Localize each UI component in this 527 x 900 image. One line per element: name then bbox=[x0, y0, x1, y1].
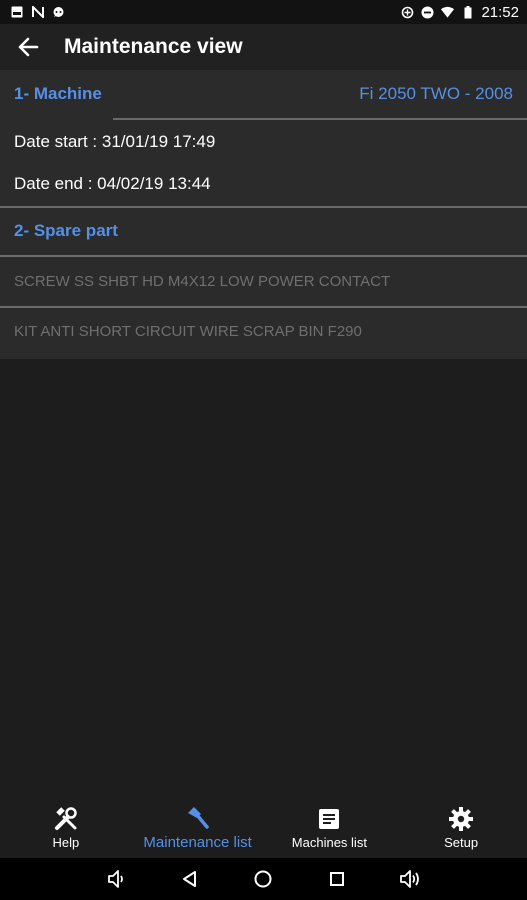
battery-icon bbox=[461, 5, 474, 19]
nav-machines-list[interactable]: Machines list bbox=[264, 797, 396, 858]
nav-label-setup: Setup bbox=[444, 834, 479, 850]
back-nav-button[interactable] bbox=[177, 866, 203, 892]
app-bar: Maintenance view bbox=[0, 24, 527, 70]
back-triangle-icon bbox=[183, 871, 197, 887]
spare-part-item[interactable]: SCREW SS SHBT HD M4X12 LOW POWER CONTACT bbox=[14, 273, 390, 290]
volume-down-icon bbox=[107, 870, 123, 888]
nav-help[interactable]: Help bbox=[0, 797, 132, 858]
hammer-icon bbox=[185, 805, 211, 831]
page-title: Maintenance view bbox=[64, 35, 243, 58]
maintenance-detail-card: 1- Machine Fi 2050 TWO - 2008 Date start… bbox=[0, 70, 527, 359]
volume-up-button[interactable] bbox=[397, 866, 423, 892]
spare-part-item[interactable]: KIT ANTI SHORT CIRCUIT WIRE SCRAP BIN F2… bbox=[14, 323, 362, 340]
volume-up-icon bbox=[400, 870, 420, 888]
divider bbox=[0, 206, 527, 208]
data-saver-icon bbox=[401, 6, 414, 19]
system-navigation-bar bbox=[0, 858, 527, 900]
divider bbox=[0, 306, 527, 308]
machine-section-label: 1- Machine bbox=[14, 84, 102, 103]
nav-setup[interactable]: Setup bbox=[395, 797, 527, 858]
gear-icon bbox=[448, 806, 474, 832]
tools-icon bbox=[53, 806, 79, 832]
machine-value: Fi 2050 TWO - 2008 bbox=[359, 84, 513, 103]
divider bbox=[0, 255, 527, 257]
bottom-navigation: Help Maintenance list Machines list Setu… bbox=[0, 797, 527, 858]
date-start: Date start : 31/01/19 17:49 bbox=[14, 132, 216, 151]
status-bar: 21:52 bbox=[0, 0, 527, 24]
chat-icon bbox=[52, 6, 65, 19]
arrow-left-icon bbox=[18, 37, 39, 57]
status-right-icons: 21:52 bbox=[401, 4, 519, 21]
image-icon bbox=[10, 6, 23, 19]
machine-row: 1- Machine Fi 2050 TWO - 2008 bbox=[0, 70, 527, 118]
wifi-icon bbox=[441, 6, 455, 19]
dnd-icon bbox=[421, 6, 434, 19]
home-nav-button[interactable] bbox=[250, 866, 276, 892]
nav-label-machines-list: Machines list bbox=[291, 834, 367, 850]
recents-nav-button[interactable] bbox=[324, 866, 350, 892]
machine-underline bbox=[113, 118, 527, 120]
date-end: Date end : 04/02/19 13:44 bbox=[14, 174, 211, 193]
recents-square-icon bbox=[329, 872, 344, 886]
nav-label-help: Help bbox=[52, 834, 80, 850]
nav-maintenance-list[interactable]: Maintenance list bbox=[132, 797, 264, 858]
n-icon bbox=[31, 6, 44, 19]
volume-down-button[interactable] bbox=[104, 866, 130, 892]
back-button[interactable] bbox=[0, 24, 56, 70]
home-circle-icon bbox=[254, 870, 272, 888]
list-document-icon bbox=[316, 806, 342, 832]
status-left-icons bbox=[10, 6, 65, 19]
nav-label-maintenance-list: Maintenance list bbox=[143, 833, 252, 851]
status-time: 21:52 bbox=[481, 3, 519, 21]
spare-part-section-label: 2- Spare part bbox=[14, 221, 118, 240]
